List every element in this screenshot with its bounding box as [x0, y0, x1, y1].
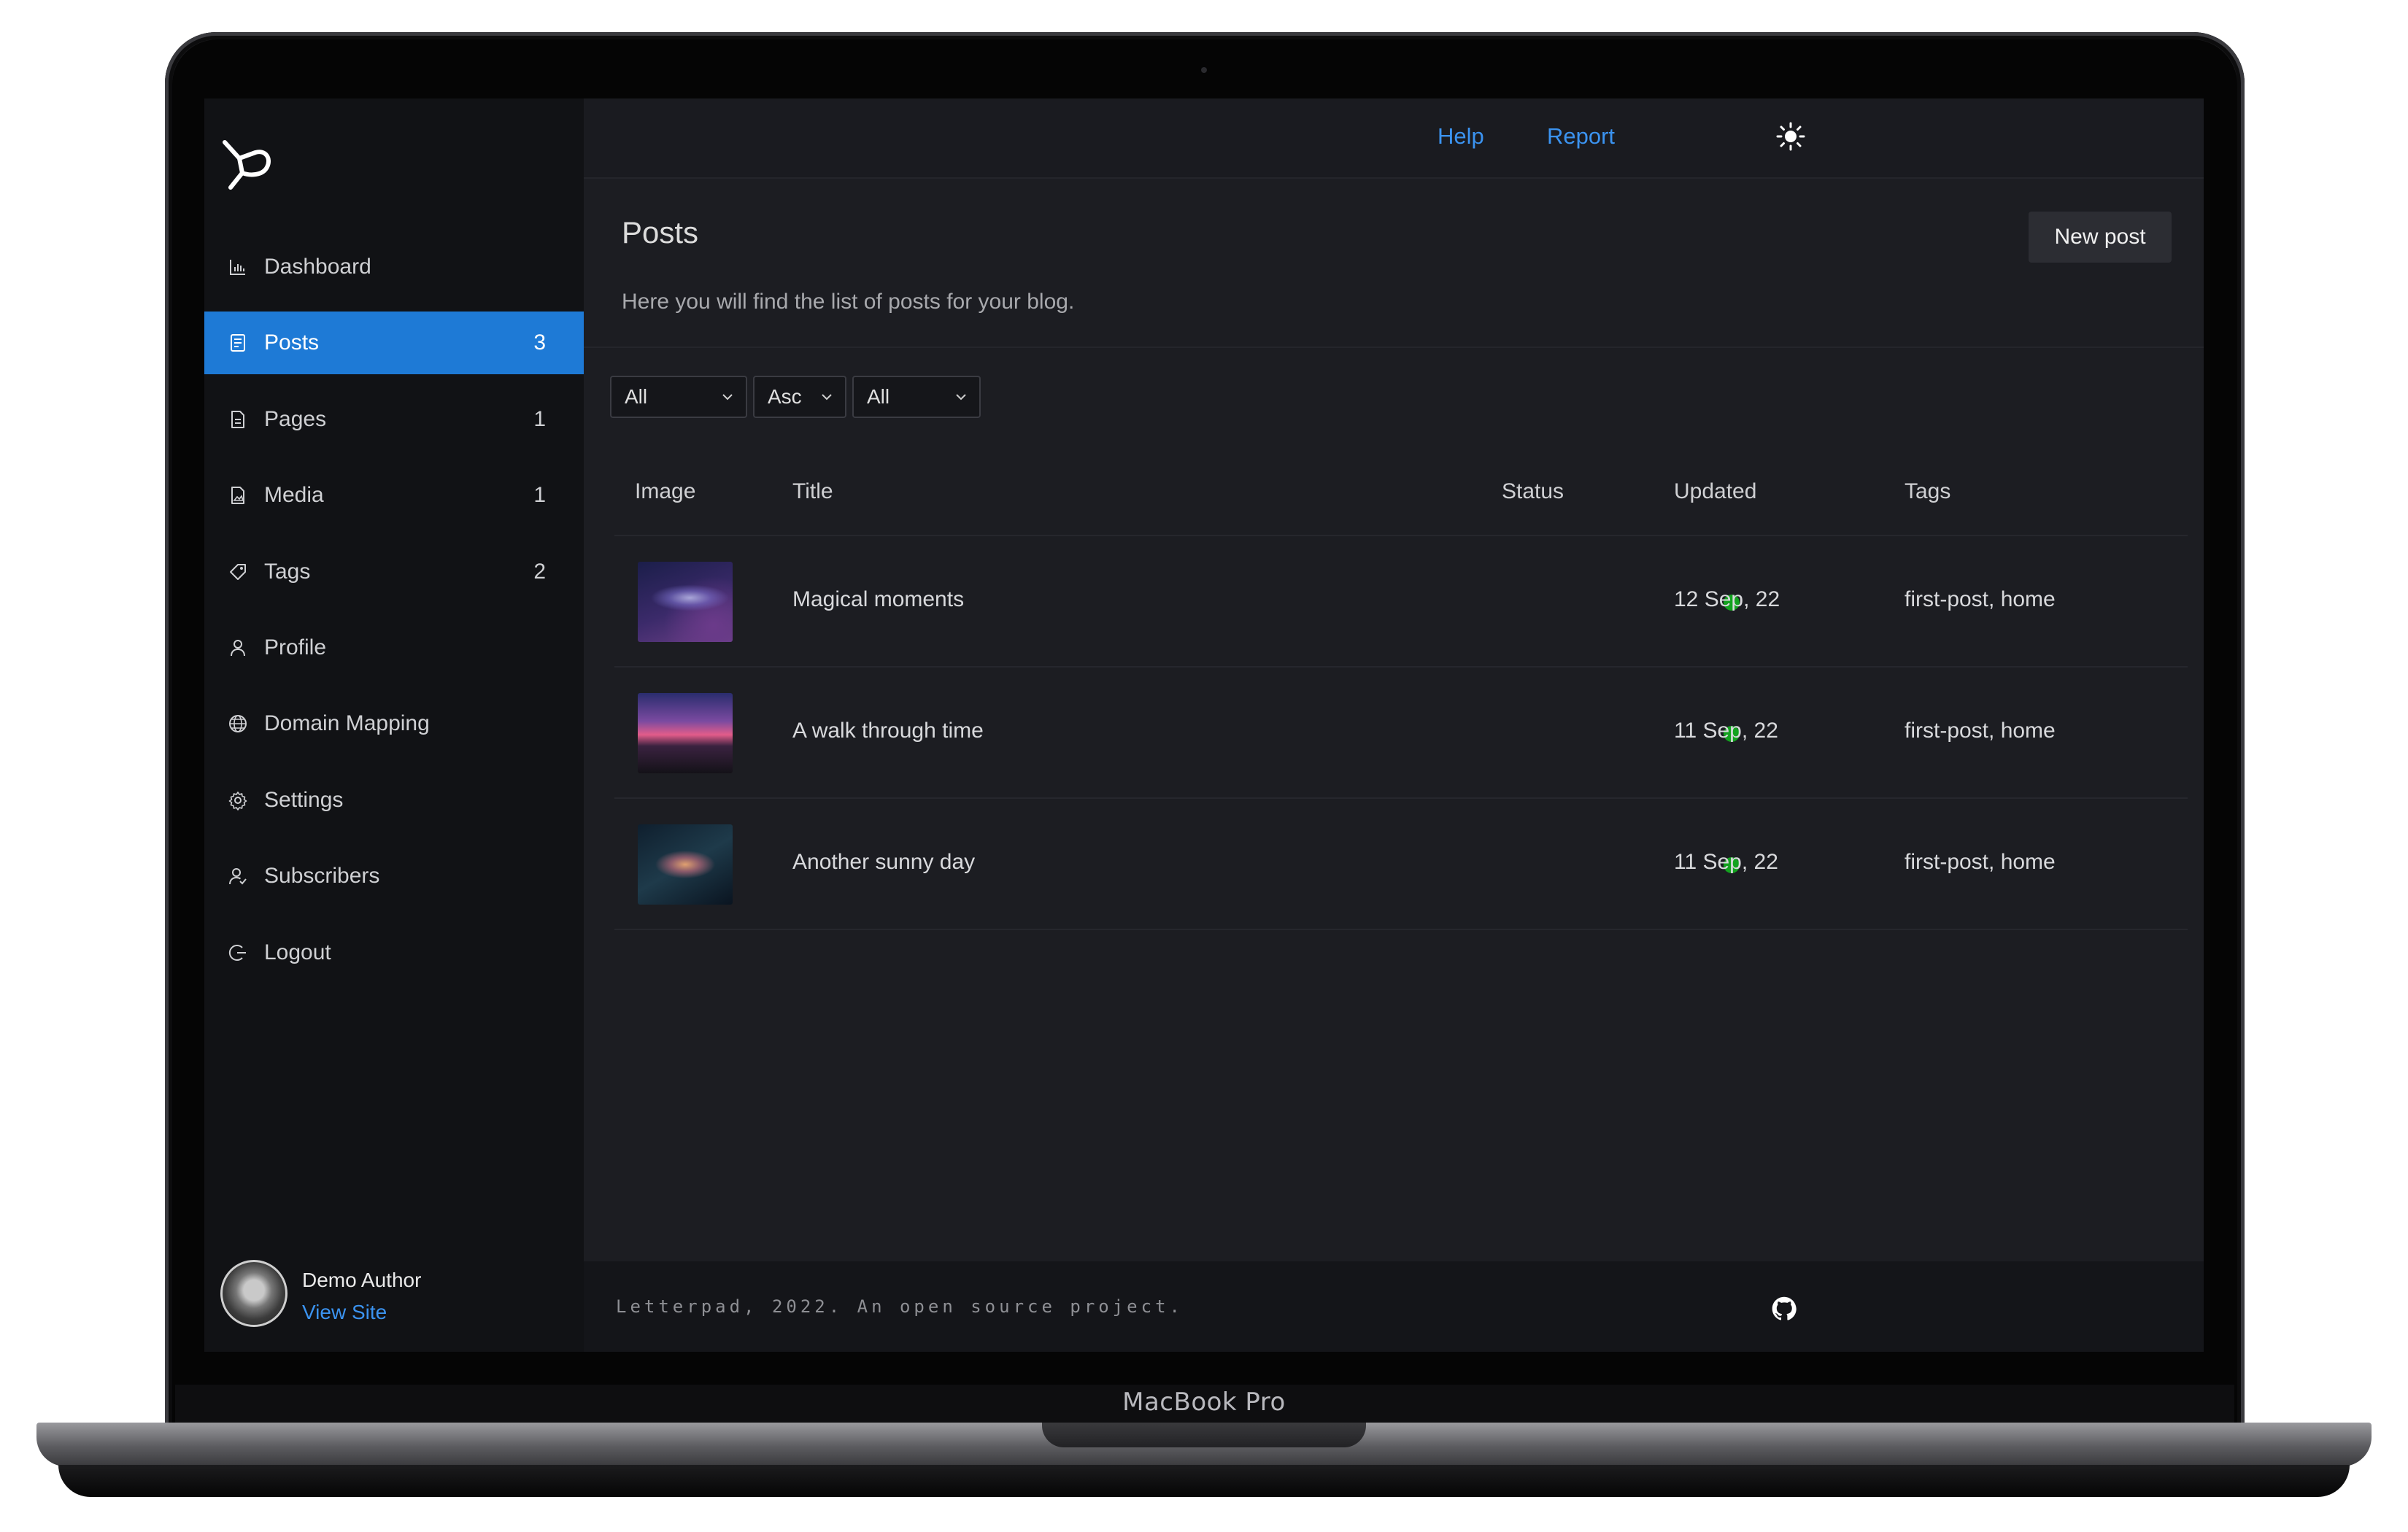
- post-tags: first-post, home: [1905, 719, 2056, 743]
- table-row[interactable]: A walk through time 11 Sep, 22 first-pos…: [614, 666, 2188, 797]
- sidebar-item-count: 1: [533, 406, 546, 431]
- sidebar-item-logout[interactable]: Logout: [204, 921, 584, 984]
- laptop-base-shadow: [58, 1465, 2350, 1497]
- document-icon: [228, 333, 248, 353]
- sidebar-item-label: Pages: [264, 406, 327, 431]
- sidebar-item-label: Domain Mapping: [264, 711, 430, 736]
- header-divider: [584, 347, 2204, 348]
- tag-filter-select[interactable]: All: [852, 376, 981, 418]
- avatar[interactable]: [220, 1260, 288, 1327]
- sidebar: Dashboard Posts 3 Pages 1 Media 1 Tags 2…: [204, 98, 584, 1352]
- globe-icon: [228, 713, 248, 734]
- footer-text: Letterpad, 2022. An open source project.: [616, 1296, 1184, 1317]
- sidebar-item-label: Logout: [264, 940, 331, 964]
- column-header-tags[interactable]: Tags: [1905, 479, 1950, 504]
- post-thumbnail: [638, 693, 733, 773]
- tag-filter-value: All: [867, 385, 890, 408]
- post-updated: 12 Sep, 22: [1674, 587, 1780, 611]
- gear-icon: [228, 790, 248, 811]
- sidebar-item-domain-mapping[interactable]: Domain Mapping: [204, 692, 584, 755]
- page-icon: [228, 409, 248, 430]
- post-thumbnail: [638, 824, 733, 905]
- sidebar-item-count: 2: [533, 559, 546, 584]
- user-icon: [228, 638, 248, 658]
- post-title[interactable]: Another sunny day: [792, 850, 975, 875]
- report-link[interactable]: Report: [1547, 123, 1615, 150]
- table-row[interactable]: Another sunny day 11 Sep, 22 first-post,…: [614, 797, 2188, 929]
- theme-toggle-sun-icon[interactable]: [1776, 122, 1805, 151]
- logout-icon: [228, 943, 248, 963]
- sort-order-select[interactable]: Asc: [753, 376, 846, 418]
- column-header-updated[interactable]: Updated: [1674, 479, 1756, 504]
- sidebar-item-label: Profile: [264, 635, 327, 659]
- post-title[interactable]: Magical moments: [792, 587, 964, 612]
- sidebar-nav: Dashboard Posts 3 Pages 1 Media 1 Tags 2…: [204, 236, 584, 997]
- camera-icon: [1201, 67, 1207, 73]
- sidebar-item-profile[interactable]: Profile: [204, 616, 584, 679]
- sidebar-item-media[interactable]: Media 1: [204, 464, 584, 527]
- sidebar-item-count: 1: [533, 483, 546, 508]
- sidebar-item-label: Subscribers: [264, 864, 380, 889]
- chevron-down-icon: [956, 394, 966, 401]
- column-header-title[interactable]: Title: [792, 479, 833, 504]
- sort-order-value: Asc: [768, 385, 802, 408]
- sidebar-item-tags[interactable]: Tags 2: [204, 541, 584, 603]
- chevron-down-icon: [722, 394, 733, 401]
- column-header-image[interactable]: Image: [635, 479, 695, 504]
- table-row[interactable]: Magical moments 12 Sep, 22 first-post, h…: [614, 535, 2188, 666]
- post-thumbnail: [638, 562, 733, 642]
- media-icon: [228, 485, 248, 506]
- post-tags: first-post, home: [1905, 850, 2056, 874]
- post-title[interactable]: A walk through time: [792, 719, 984, 743]
- sidebar-item-dashboard[interactable]: Dashboard: [204, 236, 584, 298]
- status-filter-select[interactable]: All: [610, 376, 747, 418]
- footer: Letterpad, 2022. An open source project.: [584, 1261, 2204, 1352]
- chart-icon: [228, 257, 248, 277]
- sidebar-item-settings[interactable]: Settings: [204, 769, 584, 832]
- github-icon[interactable]: [1772, 1296, 1797, 1321]
- top-bar: Help Report: [584, 98, 2204, 179]
- sidebar-item-label: Posts: [264, 330, 320, 355]
- status-filter-value: All: [625, 385, 648, 408]
- page-title: Posts: [622, 215, 699, 249]
- letterpad-logo-icon[interactable]: [220, 136, 273, 192]
- post-updated: 11 Sep, 22: [1674, 850, 1778, 874]
- sidebar-item-label: Media: [264, 483, 324, 508]
- users-icon: [228, 866, 248, 886]
- sidebar-item-posts[interactable]: Posts 3: [204, 312, 584, 375]
- sidebar-item-label: Dashboard: [264, 255, 371, 279]
- author-name: Demo Author: [302, 1269, 422, 1291]
- view-site-link[interactable]: View Site: [302, 1301, 387, 1324]
- sidebar-item-label: Settings: [264, 787, 344, 812]
- sidebar-item-label: Tags: [264, 559, 311, 584]
- column-header-status[interactable]: Status: [1502, 479, 1564, 504]
- post-tags: first-post, home: [1905, 587, 2056, 611]
- device-label: MacBook Pro: [1122, 1388, 1286, 1417]
- sidebar-item-pages[interactable]: Pages 1: [204, 388, 584, 451]
- chevron-down-icon: [822, 394, 832, 401]
- tag-icon: [228, 562, 248, 582]
- app-screen: Dashboard Posts 3 Pages 1 Media 1 Tags 2…: [204, 98, 2204, 1352]
- page-subtitle: Here you will find the list of posts for…: [622, 290, 1075, 314]
- sidebar-item-count: 3: [533, 330, 546, 355]
- post-updated: 11 Sep, 22: [1674, 719, 1778, 743]
- laptop-notch: [1042, 1423, 1366, 1447]
- sidebar-item-subscribers[interactable]: Subscribers: [204, 845, 584, 908]
- new-post-button[interactable]: New post: [2029, 212, 2172, 263]
- help-link[interactable]: Help: [1438, 123, 1484, 150]
- table-bottom-border: [614, 929, 2188, 930]
